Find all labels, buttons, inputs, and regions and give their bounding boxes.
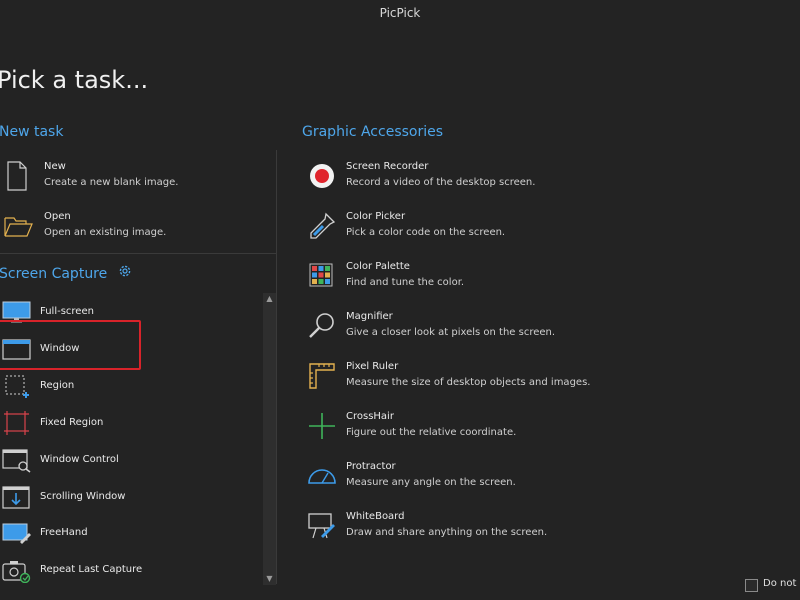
eyedropper-icon: [306, 210, 338, 242]
screen-capture-title: Screen Capture: [0, 266, 108, 282]
new-task-name: New: [44, 161, 66, 172]
capture-list-scrollbar[interactable]: ▲ ▼: [263, 293, 276, 585]
accessory-name: Color Picker: [346, 211, 406, 222]
accessory-name: Color Palette: [346, 261, 410, 272]
page-title: Pick a task...: [0, 66, 149, 94]
palette-icon: [306, 260, 338, 292]
magnifier-icon: [306, 310, 338, 342]
capture-item-label: Region: [40, 380, 75, 391]
dont-show-label: Do not s: [763, 578, 800, 589]
capture-item-scrolling-window[interactable]: Scrolling Window: [0, 480, 260, 514]
capture-item-fixed-region[interactable]: Fixed Region: [0, 406, 260, 440]
accessory-desc: Find and tune the color.: [346, 277, 465, 288]
accessory-color-palette[interactable]: Color Palette Find and tune the color.: [306, 258, 726, 302]
accessory-desc: Draw and share anything on the screen.: [346, 527, 548, 538]
open-task-name: Open: [44, 211, 71, 222]
accessory-name: CrossHair: [346, 411, 394, 422]
scroll-up-icon[interactable]: ▲: [263, 293, 276, 305]
graphic-accessories-heading: Graphic Accessories: [302, 124, 444, 140]
capture-item-repeat-last[interactable]: Repeat Last Capture: [0, 553, 260, 587]
accessory-desc: Figure out the relative coordinate.: [346, 427, 517, 438]
capture-item-label: Scrolling Window: [40, 491, 126, 502]
accessory-protractor[interactable]: Protractor Measure any angle on the scre…: [306, 458, 726, 502]
screen-capture-heading: Screen Capture: [0, 264, 132, 282]
freehand-icon: [2, 520, 32, 546]
new-task-item[interactable]: New Create a new blank image.: [4, 158, 264, 202]
accessory-magnifier[interactable]: Magnifier Give a closer look at pixels o…: [306, 308, 726, 352]
section-divider: [0, 253, 276, 254]
window-title: PicPick: [379, 6, 421, 20]
accessory-desc: Measure the size of desktop objects and …: [346, 377, 591, 388]
record-icon: [306, 160, 338, 192]
capture-item-label: Fixed Region: [40, 417, 104, 428]
accessory-name: Pixel Ruler: [346, 361, 399, 372]
fixed-region-icon: [2, 410, 32, 436]
accessory-crosshair[interactable]: CrossHair Figure out the relative coordi…: [306, 408, 726, 452]
accessory-color-picker[interactable]: Color Picker Pick a color code on the sc…: [306, 208, 726, 252]
accessory-name: Screen Recorder: [346, 161, 429, 172]
accessory-desc: Pick a color code on the screen.: [346, 227, 506, 238]
capture-item-region[interactable]: Region: [0, 369, 260, 403]
open-folder-icon: [4, 210, 36, 242]
column-divider: [276, 150, 277, 584]
accessory-pixel-ruler[interactable]: Pixel Ruler Measure the size of desktop …: [306, 358, 726, 402]
capture-item-label: Full-screen: [40, 306, 94, 317]
accessory-whiteboard[interactable]: WhiteBoard Draw and share anything on th…: [306, 508, 726, 552]
accessory-desc: Record a video of the desktop screen.: [346, 177, 536, 188]
open-task-item[interactable]: Open Open an existing image.: [4, 208, 264, 252]
ruler-icon: [306, 360, 338, 392]
whiteboard-icon: [306, 510, 338, 542]
new-task-heading: New task: [0, 124, 64, 140]
accessory-name: WhiteBoard: [346, 511, 405, 522]
region-icon: [2, 373, 32, 399]
dont-show-checkbox[interactable]: Do not s: [745, 578, 800, 594]
accessory-name: Magnifier: [346, 311, 393, 322]
new-file-icon: [4, 160, 36, 192]
capture-item-label: Window Control: [40, 454, 119, 465]
protractor-icon: [306, 460, 338, 492]
new-task-desc: Create a new blank image.: [44, 177, 179, 188]
accessory-desc: Measure any angle on the screen.: [346, 477, 516, 488]
crosshair-icon: [306, 410, 338, 442]
scrolling-window-icon: [2, 484, 32, 510]
title-bar: PicPick: [0, 0, 800, 28]
checkbox-box[interactable]: [745, 579, 758, 592]
window-control-icon: [2, 447, 32, 473]
accessory-desc: Give a closer look at pixels on the scre…: [346, 327, 556, 338]
open-task-desc: Open an existing image.: [44, 227, 167, 238]
repeat-capture-icon: [2, 557, 32, 584]
accessory-screen-recorder[interactable]: Screen Recorder Record a video of the de…: [306, 158, 726, 202]
accessory-name: Protractor: [346, 461, 396, 472]
capture-item-window-control[interactable]: Window Control: [0, 443, 260, 477]
scroll-down-icon[interactable]: ▼: [263, 573, 276, 585]
capture-item-label: Repeat Last Capture: [40, 564, 143, 575]
gear-icon[interactable]: [118, 264, 132, 282]
capture-item-freehand[interactable]: FreeHand: [0, 516, 260, 550]
selection-highlight: [0, 320, 141, 370]
capture-item-label: FreeHand: [40, 527, 88, 538]
